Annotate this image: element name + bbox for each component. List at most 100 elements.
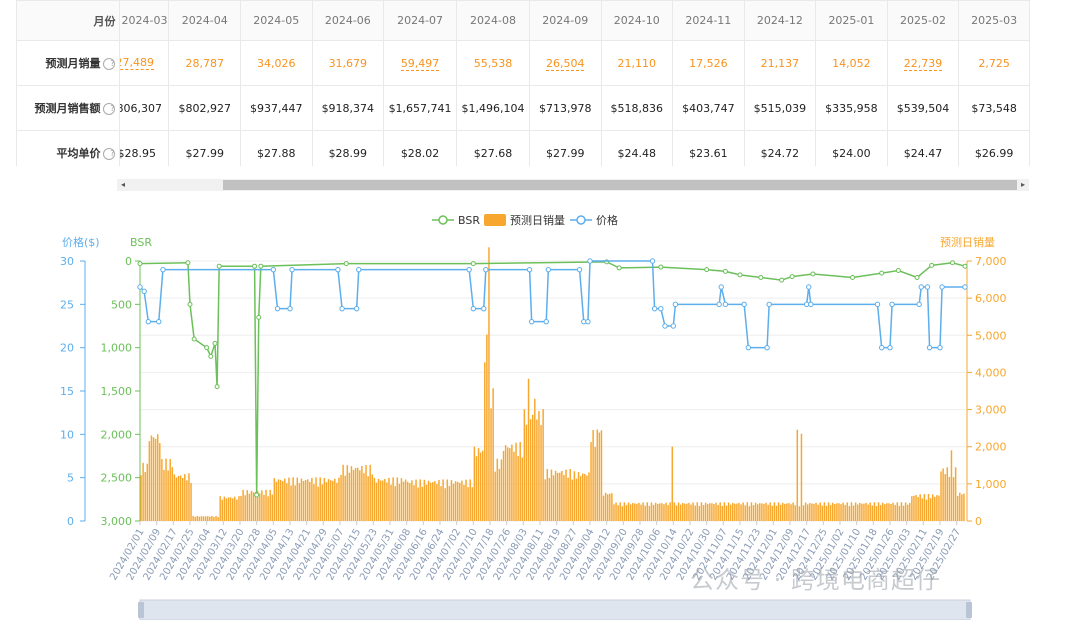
legend-swatch-sales[interactable]: [484, 214, 506, 226]
bsr-point: [214, 384, 220, 390]
sales-bar: [867, 504, 869, 521]
zoom-handle-left[interactable]: [138, 602, 144, 618]
table-cell: $1,657,741: [383, 85, 458, 131]
sales-bar: [634, 503, 636, 521]
sales-bar: [546, 469, 549, 521]
table-cell: $23.61: [672, 130, 745, 166]
sales-bar: [929, 498, 932, 521]
sales-bar: [327, 479, 330, 521]
cell-value[interactable]: 22,739: [903, 56, 943, 71]
sales-bar: [154, 438, 157, 521]
sales-bar: [227, 497, 230, 521]
sales-bar: [875, 506, 878, 521]
legend-swatch-marker[interactable]: [576, 215, 586, 225]
cell-value[interactable]: 21,137: [761, 57, 800, 70]
cell-value[interactable]: 59,497: [400, 56, 440, 71]
cell-value: $1,657,741: [388, 101, 452, 115]
bsr-point: [850, 274, 855, 280]
cell-value[interactable]: 27,489: [120, 56, 154, 70]
cell-value: $806,307: [121, 101, 162, 115]
legend-swatch-marker[interactable]: [438, 215, 448, 225]
month-header-cell: 2024-11: [672, 0, 745, 41]
sales-bar: [238, 496, 240, 521]
sales-bar: [794, 505, 796, 521]
sales-bar: [319, 477, 321, 521]
sales-bar: [894, 504, 896, 521]
cell-value[interactable]: 2,725: [978, 57, 1010, 70]
sales-bar: [321, 484, 324, 521]
scrollbar-thumb[interactable]: [223, 180, 1017, 190]
price-point: [916, 301, 922, 308]
sales-bar: [717, 504, 719, 521]
sales-bar: [938, 495, 940, 521]
scroll-left-arrow-icon[interactable]: ◂: [117, 179, 129, 191]
sales-bar: [586, 475, 588, 521]
sales-bar: [742, 502, 744, 521]
price-point: [939, 284, 945, 290]
sales-bar: [211, 516, 213, 521]
sales-bar: [921, 498, 924, 521]
price-point: [806, 284, 812, 290]
sales-bar: [492, 388, 494, 521]
cell-value[interactable]: 26,504: [545, 56, 585, 71]
scroll-right-arrow-icon[interactable]: ▸: [1017, 179, 1029, 191]
bsr-point: [658, 264, 664, 270]
sales-bar: [723, 502, 726, 521]
sales-bar: [431, 482, 434, 521]
bsr-point: [704, 267, 710, 273]
sales-bar: [604, 492, 607, 521]
sales-bar: [523, 409, 526, 521]
help-icon[interactable]: ?: [103, 148, 116, 160]
cell-value[interactable]: 21,110: [618, 57, 657, 70]
chart-legend[interactable]: BSR 预测日销量 价格: [432, 213, 618, 227]
sales-bar: [323, 477, 326, 521]
table-cell: 17,526: [672, 40, 745, 86]
sales-bar: [300, 478, 303, 521]
sales-bar: [565, 469, 567, 521]
price-axis-tick-label: 15: [60, 385, 74, 398]
sales-bar: [269, 489, 271, 521]
sales-bar: [884, 504, 886, 521]
sales-bar: [577, 472, 580, 521]
sales-bar: [961, 494, 963, 521]
table-row: 预测月销售额?$806,307$802,927$937,447$918,374$…: [16, 85, 1030, 131]
sales-bar: [677, 502, 680, 521]
sales-bar: [273, 478, 276, 521]
sales-bar: [896, 502, 899, 521]
sales-bar: [806, 504, 809, 521]
sales-bar: [473, 446, 476, 521]
help-icon[interactable]: ?: [103, 103, 116, 115]
cell-value[interactable]: 34,026: [257, 57, 296, 70]
cell-value[interactable]: 55,538: [474, 57, 513, 70]
sales-bar: [404, 479, 407, 521]
sales-bar: [490, 408, 492, 521]
sales-bar: [336, 482, 338, 521]
bsr-point: [895, 268, 901, 274]
price-point: [889, 301, 895, 308]
sales-bar: [354, 468, 357, 521]
sales-bar: [367, 476, 369, 521]
cell-value[interactable]: 28,787: [185, 57, 224, 70]
sales-bar: [381, 480, 384, 521]
sales-bar: [756, 504, 759, 521]
zoom-handle-right[interactable]: [966, 602, 972, 618]
zoom-slider-track[interactable]: [139, 599, 971, 620]
table-horizontal-scrollbar[interactable]: ◂ ▸: [117, 179, 1029, 191]
cell-value[interactable]: 14,052: [832, 57, 871, 70]
chart-zoom-slider[interactable]: [138, 599, 972, 620]
help-icon[interactable]: ?: [103, 58, 116, 70]
price-point: [156, 318, 162, 325]
sales-bar: [527, 378, 530, 521]
sales-bar: [475, 456, 478, 521]
sales-bar: [567, 477, 569, 521]
cell-value[interactable]: 31,679: [329, 57, 368, 70]
sales-bar: [954, 467, 957, 521]
sales-bar: [373, 477, 376, 521]
sales-bar: [654, 502, 657, 521]
cell-value: $24.48: [617, 146, 657, 160]
cell-value: $24.47: [903, 146, 943, 160]
sales-bar: [446, 479, 449, 521]
sales-bar: [713, 504, 715, 521]
sales-bar: [390, 484, 392, 521]
cell-value[interactable]: 17,526: [689, 57, 728, 70]
